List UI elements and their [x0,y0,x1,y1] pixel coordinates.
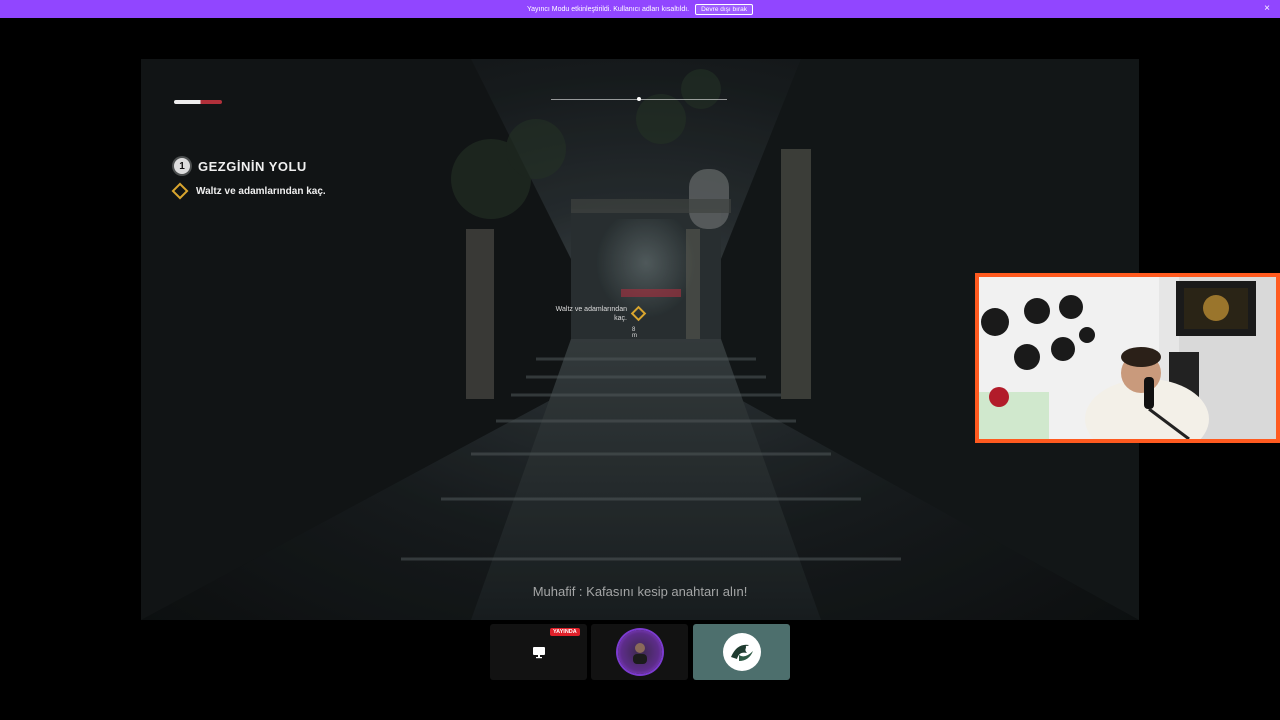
participant-tile[interactable] [591,624,688,680]
compass-bar [551,97,727,101]
webcam-overlay [975,273,1280,443]
health-bar [174,100,222,104]
waypoint-distance: 8 m [632,327,637,339]
quest-objective: Waltz ve adamlarından kaç. [171,182,326,200]
streamer-mode-banner: Yayıncı Modu etkinleştirildi. Kullanıcı … [0,0,1280,18]
waypoint-label: Waltz ve adamlarından kaç. [555,306,627,322]
quest-header: 1 GEZGİNİN YOLU [174,158,307,174]
disable-streamer-mode-button[interactable]: Devre dışı bırak [695,3,753,15]
quest-number-badge: 1 [174,158,190,174]
objective-text: Waltz ve adamlarından kaç. [196,185,326,197]
user-avatar-icon [617,630,662,674]
close-icon[interactable]: × [1264,3,1270,15]
webcam-scene [979,277,1276,439]
avatar-figure [632,643,647,664]
compass-marker [637,97,641,101]
game-subtitle: Muhafif : Kafasını kesip anahtarı alın! [532,584,748,599]
quest-title: GEZGİNİN YOLU [198,158,307,174]
dragon-logo [730,644,753,661]
server-logo-icon [722,633,761,671]
selected-participant-tile[interactable] [693,624,790,680]
objective-diamond-icon [171,182,189,200]
streamer-mode-message: Yayıncı Modu etkinleştirildi. Kullanıcı … [527,5,690,13]
live-badge: YAYINDA [550,628,580,636]
screen-share-tile[interactable]: YAYINDA [490,624,587,680]
screen-share-icon [532,647,545,659]
